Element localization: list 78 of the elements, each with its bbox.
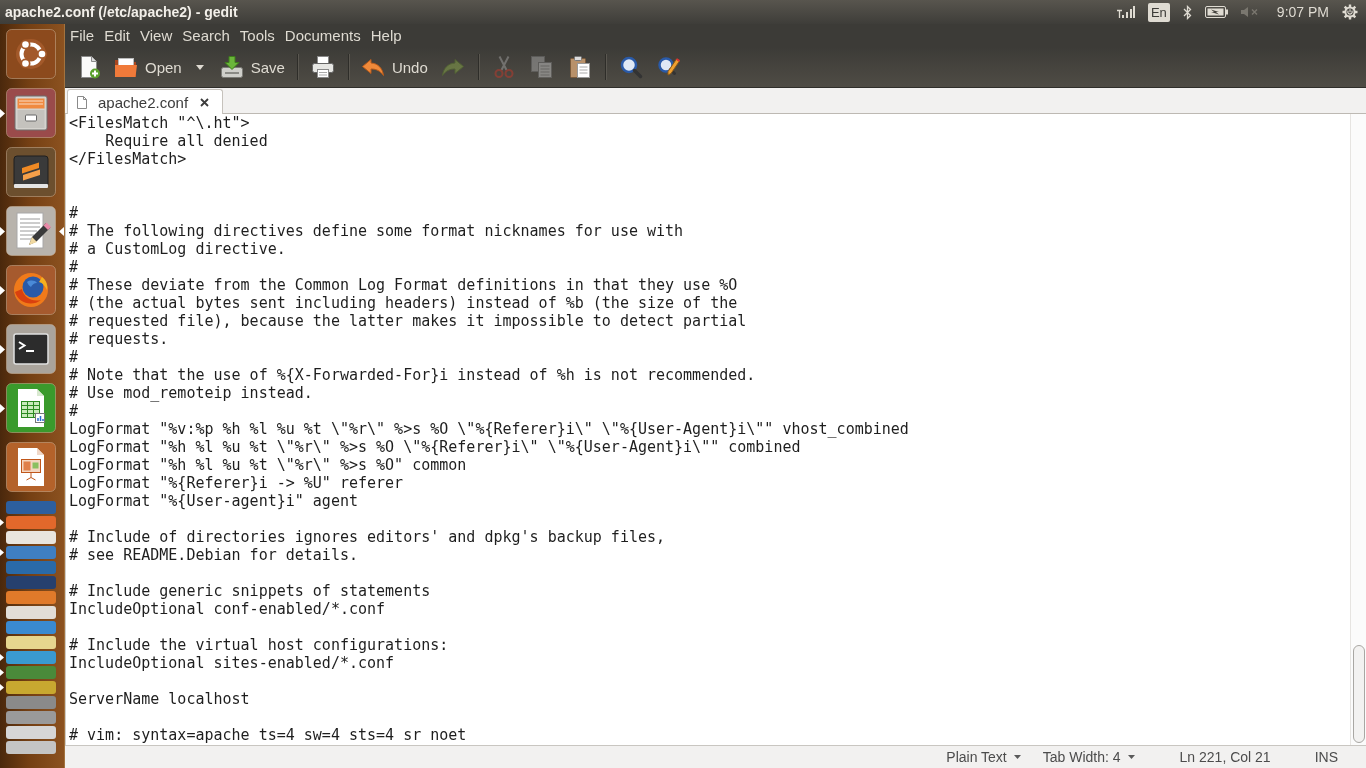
code-line: # These deviate from the Common Log Format definitions in that they use %O [69, 276, 738, 294]
search-icon [618, 55, 643, 79]
clipboard-icon [567, 55, 592, 79]
notepad-pencil-icon[interactable] [6, 206, 56, 256]
code-line: IncludeOptional conf-enabled/*.conf [69, 600, 386, 618]
tab[interactable]: apache2.conf [67, 89, 224, 114]
gear-power-icon[interactable] [1342, 4, 1358, 20]
code-line: LogFormat "%h %l %u %t \"%r\" %>s %O \"%{Referer}i\" \"%{User-Agent}i\"" combined [69, 438, 801, 456]
code-line: ServerName localhost [69, 690, 250, 708]
status-text: Ln 221, Col 21 [1178, 749, 1272, 765]
code-line: LogFormat "%{User-agent}i" agent [69, 492, 358, 510]
file-cabinet-icon[interactable] [6, 88, 56, 138]
scrollbar-thumb[interactable] [1353, 645, 1365, 743]
printer-icon [310, 55, 335, 79]
code-line: # Include of directories ignores editors' and dpkg's backup files, [69, 528, 666, 546]
battery-charging-icon[interactable] [1204, 6, 1228, 18]
code-line: LogFormat "%{Referer}i -> %U" referer [69, 474, 404, 492]
caret-down-icon [1013, 755, 1021, 759]
window-title: apache2.conf (/etc/apache2) - gedit [5, 4, 238, 20]
status-dropdown[interactable]: Plain Text [943, 749, 1024, 765]
drive-arrow-icon [219, 55, 244, 79]
search-pencil-icon [656, 55, 681, 79]
undo-button[interactable]: Undo [354, 51, 434, 83]
code-line: LogFormat "%h %l %u %t \"%r\" %>s %O" common [69, 456, 467, 474]
stacked-app-icon[interactable] [6, 606, 56, 619]
presentation-icon[interactable] [6, 442, 56, 492]
caret-down-icon [1127, 755, 1135, 759]
code-line: # Include generic snippets of statements [69, 582, 431, 600]
stacked-app-icon[interactable] [6, 531, 56, 544]
menu-item[interactable]: Search [177, 25, 235, 46]
signal-bars-icon[interactable] [1116, 6, 1135, 18]
open-button[interactable]: Open [108, 51, 188, 83]
spreadsheet-icon[interactable] [6, 383, 56, 433]
code-line: # a CustomLog directive. [69, 240, 286, 258]
two-pages-icon [529, 55, 554, 79]
close-icon[interactable] [200, 97, 210, 107]
code-line: # (the actual bytes sent including headers) instead of %b (the size of the [69, 294, 738, 312]
folder-icon [114, 55, 138, 79]
code-line: # Use mod_remoteip instead. [69, 384, 313, 402]
menu-item[interactable]: Edit [99, 25, 136, 46]
striped-box-icon[interactable] [6, 147, 56, 197]
menu-item[interactable]: Help [365, 25, 407, 46]
menu-item[interactable]: Tools [234, 25, 280, 46]
scrollbar[interactable] [1350, 114, 1366, 745]
code-line: # requests. [69, 330, 169, 348]
menu-item[interactable]: Documents [279, 25, 366, 46]
globe-icon[interactable] [6, 265, 56, 315]
code-line: # requested file), because the latter makes it impossible to detect partial [69, 312, 747, 330]
menu-item[interactable]: View [135, 25, 178, 46]
clock-text[interactable]: 9:07 PM [1276, 4, 1329, 20]
code-line: # [69, 258, 79, 276]
save-button[interactable]: Save [213, 51, 291, 83]
code-line: IncludeOptional sites-enabled/*.conf [69, 654, 395, 672]
stacked-app-icon[interactable] [6, 726, 56, 739]
code-line: # vim: syntax=apache ts=4 sw=4 sts=4 sr noet [69, 726, 467, 744]
code-line: </FilesMatch> [69, 150, 187, 168]
bluetooth-icon[interactable] [1182, 4, 1192, 20]
terminal-icon[interactable] [6, 324, 56, 374]
keyboard-layout-indicator[interactable]: En [1147, 2, 1170, 22]
code-line: LogFormat "%v:%p %h %l %u %t \"%r\" %>s %O \"%{Referer}i\" \"%{User-Agent}i\"" vhost_combined [69, 420, 909, 438]
menu-item[interactable]: File [65, 25, 100, 46]
code-line: # The following directives define some format nicknames for use with [69, 222, 684, 240]
code-line: Require all denied [105, 132, 268, 150]
ring-logo-icon[interactable] [6, 29, 56, 79]
caret-down-icon [195, 64, 204, 70]
scissors-icon [491, 55, 516, 79]
code-line: <FilesMatch "^\.ht"> [69, 114, 250, 132]
code-line: # [69, 204, 79, 222]
muted-speaker-icon[interactable] [1240, 7, 1258, 17]
code-line: # see README.Debian for details. [69, 546, 358, 564]
status-text: INS [1313, 749, 1339, 765]
code-line: # [69, 348, 79, 366]
code-line: # [69, 402, 79, 420]
code-line: # Include the virtual host configurations: [69, 636, 449, 654]
code-line: # Note that the use of %{X-Forwarded-For}i instead of %h is not recommended. [69, 366, 756, 384]
status-dropdown[interactable]: Tab Width: 4 [1039, 749, 1138, 765]
stacked-app-icon[interactable] [6, 636, 56, 649]
document-icon [77, 95, 87, 109]
